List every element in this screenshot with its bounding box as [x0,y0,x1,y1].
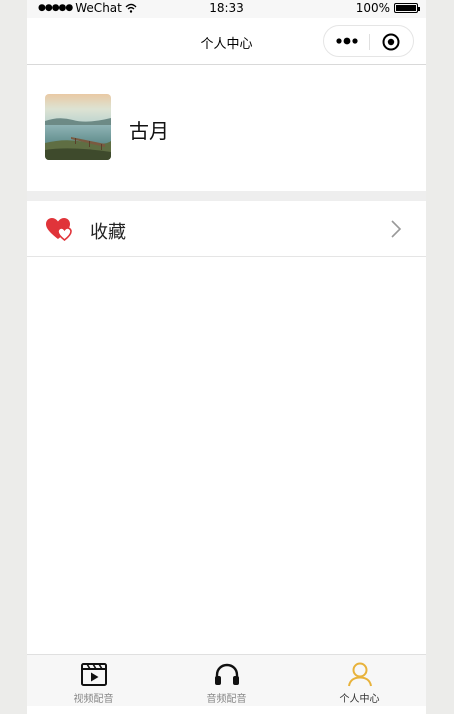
avatar-image [45,94,111,160]
battery-info: 100% [355,1,420,15]
tab-label: 音频配音 [206,694,247,705]
tab-bar: 视频配音 音频配音 个人中心 [27,654,426,706]
tab-audio-dubbing[interactable]: 音频配音 [160,655,293,706]
tab-label: 个人中心 [339,694,380,705]
mini-program-capsule [323,25,414,57]
user-icon [347,662,372,687]
chevron-right-icon [391,220,402,238]
favorites-row[interactable]: 收藏 [27,201,426,257]
profile-card: 古月 [27,66,426,191]
tab-label: 视频配音 [73,694,114,705]
tab-video-dubbing[interactable]: 视频配音 [27,655,160,706]
navigation-bar: 个人中心 [27,18,426,65]
username: 古月 [129,119,169,143]
video-icon [80,663,107,686]
heart-icon [46,218,72,241]
status-bar: ●●●●● WeChat 18:33 100% [27,0,426,18]
phone-screen: ●●●●● WeChat 18:33 100% 个人中心 古月 收藏 视频配音 … [27,0,426,714]
battery-icon [394,3,420,13]
avatar[interactable] [45,94,111,160]
section-divider [27,191,426,201]
close-icon[interactable] [381,32,401,52]
headphones-icon [214,663,239,685]
capsule-divider [369,34,370,50]
more-icon[interactable] [333,32,363,50]
favorites-label: 收藏 [90,222,126,243]
tab-personal-center[interactable]: 个人中心 [293,655,426,706]
battery-percent: 100% [355,1,390,15]
